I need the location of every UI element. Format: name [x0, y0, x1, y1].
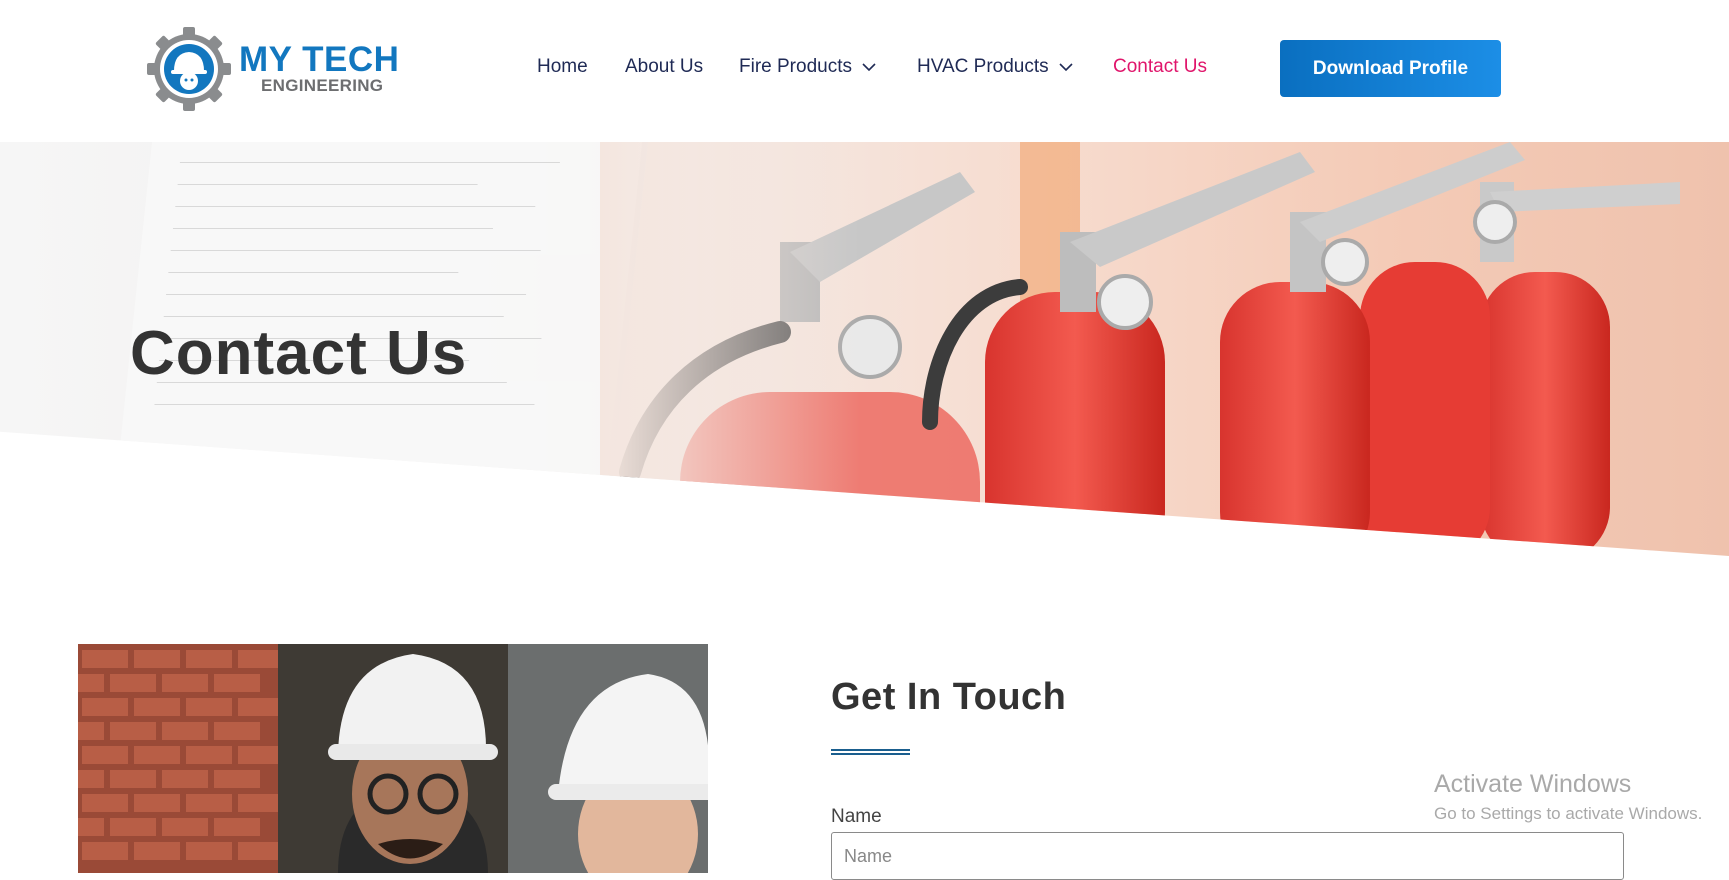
brand-logo[interactable]: MY TECH ENGINEERING	[143, 26, 399, 112]
nav-item-label: HVAC Products	[917, 56, 1049, 77]
gear-helmet-logo-icon	[147, 27, 231, 111]
activate-windows-title: Activate Windows	[1434, 770, 1632, 798]
activate-windows-subtitle: Go to Settings to activate Windows.	[1434, 804, 1703, 823]
brand-tagline: ENGINEERING	[261, 76, 384, 95]
nav-item-home[interactable]: Home	[537, 56, 588, 78]
chevron-down-icon	[862, 56, 876, 78]
nav-item-fire-products[interactable]: Fire Products	[739, 56, 876, 78]
nav-item-label: Fire Products	[739, 56, 852, 77]
page-title: Contact Us	[130, 319, 468, 388]
engineers-photo	[78, 644, 708, 873]
nav-item-hvac-products[interactable]: HVAC Products	[917, 56, 1073, 78]
nav-item-label: Home	[537, 56, 588, 77]
brand-name: MY TECH	[239, 40, 400, 79]
nav-item-contact-us[interactable]: Contact Us	[1113, 56, 1207, 78]
section-title: Get In Touch	[831, 676, 1067, 718]
name-field-label: Name	[831, 806, 882, 827]
nav-item-label: Contact Us	[1113, 56, 1207, 77]
nav-item-about-us[interactable]: About Us	[625, 56, 703, 78]
engineers-in-hard-hats-image	[78, 644, 708, 873]
nav-item-label: About Us	[625, 56, 704, 77]
hero-banner: Contact Us	[0, 142, 1729, 556]
chevron-down-icon	[1059, 56, 1073, 78]
site-header: MY TECH ENGINEERING Home About Us Fire P…	[0, 0, 1729, 142]
title-divider	[831, 749, 910, 755]
download-profile-button[interactable]: Download Profile	[1280, 40, 1501, 97]
